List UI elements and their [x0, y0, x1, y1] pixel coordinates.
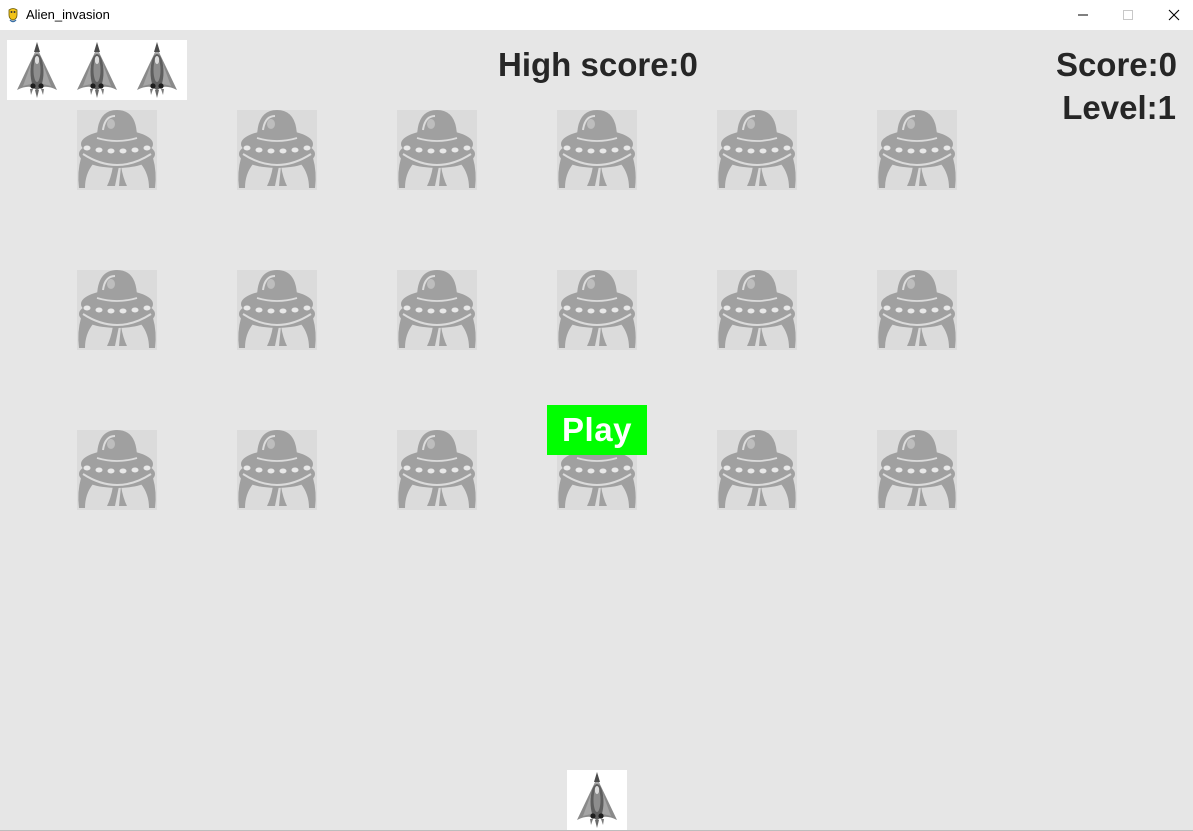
title-bar[interactable]: Alien_invasion — [0, 0, 1193, 30]
ufo-icon — [557, 270, 637, 350]
level-label: Level:1 — [1062, 89, 1176, 126]
maximize-icon — [1123, 10, 1133, 20]
ufo-icon — [77, 110, 157, 190]
ufo-icon — [717, 430, 797, 510]
lives-remaining — [7, 40, 187, 100]
game-surface[interactable]: High score:0 Score:0 Level:1 Play — [0, 30, 1193, 830]
game-window: Alien_invasion High score:0 Score:0 Leve… — [0, 0, 1193, 831]
ufo-icon — [397, 110, 477, 190]
ufo-icon — [877, 110, 957, 190]
ufo-icon — [237, 270, 317, 350]
score-label: Score:0 — [1055, 46, 1177, 83]
ufo-icon — [877, 430, 957, 510]
alien-ufo — [77, 110, 157, 190]
alien-ufo — [397, 110, 477, 190]
close-icon — [1168, 9, 1180, 21]
alien-ufo — [877, 110, 957, 190]
ufo-icon — [237, 430, 317, 510]
high-score-label: High score:0 — [498, 46, 698, 83]
life-ship-icon — [67, 40, 127, 100]
life-ship-icon — [7, 40, 67, 100]
alien-ufo — [877, 430, 957, 510]
alien-ufo — [397, 270, 477, 350]
rocket-ship-icon — [67, 40, 127, 100]
rocket-ship-icon — [7, 40, 67, 100]
ufo-icon — [557, 110, 637, 190]
alien-ufo — [237, 110, 317, 190]
rocket-ship-icon — [127, 40, 187, 100]
ufo-icon — [717, 270, 797, 350]
alien-ufo — [557, 110, 637, 190]
minimize-icon — [1078, 14, 1088, 16]
alien-ufo — [77, 430, 157, 510]
life-ship-icon — [127, 40, 187, 100]
alien-ufo — [77, 270, 157, 350]
window-title: Alien_invasion — [26, 7, 110, 22]
alien-ufo — [557, 270, 637, 350]
ufo-icon — [877, 270, 957, 350]
ufo-icon — [397, 270, 477, 350]
alien-ufo — [237, 430, 317, 510]
ufo-icon — [77, 430, 157, 510]
ufo-icon — [237, 110, 317, 190]
pygame-snake-icon — [6, 7, 20, 23]
close-button[interactable] — [1151, 0, 1193, 30]
maximize-button[interactable] — [1105, 0, 1151, 30]
alien-ufo — [717, 270, 797, 350]
alien-ufo — [237, 270, 317, 350]
ufo-icon — [77, 270, 157, 350]
rocket-ship-icon — [567, 770, 627, 830]
alien-ufo — [717, 110, 797, 190]
alien-ufo — [877, 270, 957, 350]
alien-ufo — [397, 430, 477, 510]
ufo-icon — [717, 110, 797, 190]
player-ship — [567, 770, 627, 830]
alien-ufo — [717, 430, 797, 510]
play-button[interactable]: Play — [547, 405, 647, 455]
minimize-button[interactable] — [1060, 0, 1106, 30]
ufo-icon — [397, 430, 477, 510]
